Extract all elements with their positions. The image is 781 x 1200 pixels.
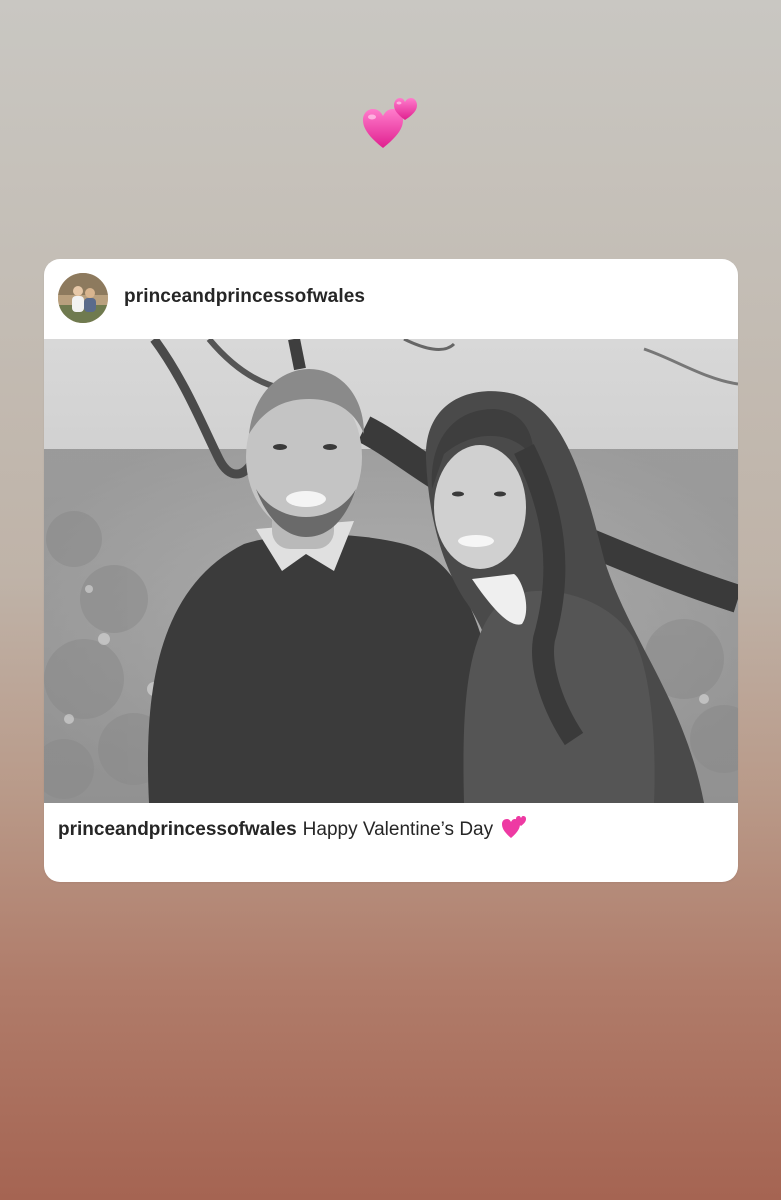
post-caption: princeandprincessofwales Happy Valentine’… [58, 814, 718, 843]
profile-avatar[interactable] [58, 273, 108, 323]
two-hearts-icon [501, 814, 529, 840]
two-hearts-sticker-icon [360, 92, 424, 152]
shared-post-card[interactable]: princeandprincessofwales princeandprince… [44, 259, 738, 882]
post-header: princeandprincessofwales [44, 259, 738, 339]
post-username[interactable]: princeandprincessofwales [124, 286, 365, 308]
post-photo[interactable] [44, 339, 738, 803]
caption-username[interactable]: princeandprincessofwales [58, 819, 297, 840]
caption-text: Happy Valentine’s Day [302, 819, 494, 841]
